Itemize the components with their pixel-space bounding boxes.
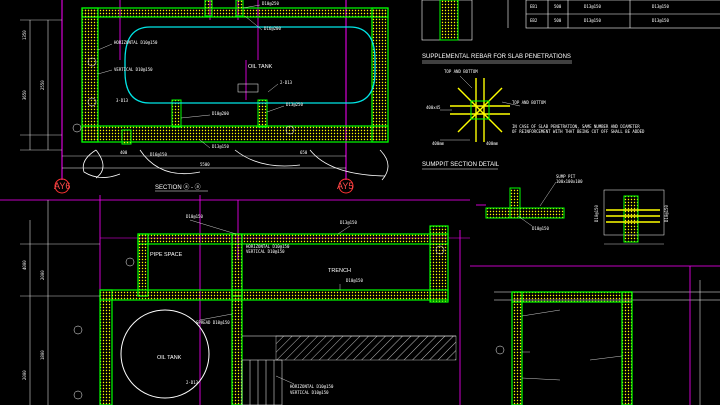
svg-text:TOP AND BOTTOM: TOP AND BOTTOM: [512, 100, 546, 105]
svg-text:HORIZONTAL D10@150: HORIZONTAL D10@150: [114, 40, 158, 45]
svg-text:D13@150: D13@150: [212, 144, 229, 149]
svg-text:650: 650: [300, 150, 308, 155]
svg-text:2-D13: 2-D13: [186, 380, 199, 385]
svg-text:HORIZONTAL D10@150: HORIZONTAL D10@150: [290, 384, 334, 389]
top-slab: [81, 7, 389, 18]
svg-text:D16@150: D16@150: [150, 152, 167, 157]
svg-text:D13@250: D13@250: [286, 102, 303, 107]
svg-text:EB2: EB2: [530, 18, 538, 23]
svg-text:2000: 2000: [22, 370, 27, 380]
trench-label: TRENCH: [328, 268, 351, 274]
upper-section: OIL TANK 2550 3650 1350 5500 400 650 HOR…: [20, 0, 389, 194]
svg-text:D16@200: D16@200: [264, 26, 281, 31]
svg-text:VERTICAL D10@150: VERTICAL D10@150: [290, 390, 329, 395]
svg-text:2550: 2550: [40, 80, 45, 90]
right-wall-detail: [494, 266, 720, 405]
svg-text:TOP AND BOTTOM: TOP AND BOTTOM: [444, 69, 478, 74]
svg-text:D13@150: D13@150: [652, 4, 669, 9]
hatched-area: [275, 335, 457, 361]
plan-oil-tank-label: OIL TANK: [157, 355, 182, 361]
svg-text:D10@150: D10@150: [594, 205, 599, 222]
svg-text:D13@150: D13@150: [584, 4, 601, 9]
grid-label-ay6: AY6: [54, 181, 70, 191]
tank-label: OIL TANK: [248, 64, 273, 70]
svg-text:500: 500: [554, 4, 562, 9]
sumppit-detail: SUMPPIT SECTION DETAIL SUMP PIT 100x100x…: [422, 162, 669, 245]
svg-text:D10@150: D10@150: [532, 226, 549, 231]
svg-text:1350: 1350: [22, 30, 27, 40]
supplemental-rebar-detail: SUPPLEMENTAL REBAR FOR SLAB PENETRATIONS…: [422, 54, 645, 146]
section-title: SECTION ⓐ - ⓐ: [155, 183, 201, 191]
svg-text:3650: 3650: [22, 90, 27, 100]
svg-text:D10@150: D10@150: [664, 205, 669, 222]
cad-drawing: OIL TANK 2550 3650 1350 5500 400 650 HOR…: [0, 0, 720, 405]
sumppit-title: SUMPPIT SECTION DETAIL: [422, 162, 500, 168]
svg-text:400mm: 400mm: [432, 141, 445, 146]
svg-text:D10@200: D10@200: [212, 111, 229, 116]
svg-text:400mm: 400mm: [486, 141, 499, 146]
svg-text:OF REINFORCEMENT WITH THAT BEI: OF REINFORCEMENT WITH THAT BEING CUT OFF…: [512, 129, 645, 134]
svg-text:400: 400: [120, 150, 128, 155]
svg-text:1800: 1800: [40, 350, 45, 360]
svg-text:D13@150: D13@150: [652, 18, 669, 23]
svg-text:2000: 2000: [40, 270, 45, 280]
svg-text:EB1: EB1: [530, 4, 538, 9]
cad-drawing-canvas: OIL TANK 2550 3650 1350 5500 400 650 HOR…: [0, 0, 720, 405]
svg-text:VERTICAL D10@150: VERTICAL D10@150: [114, 67, 153, 72]
svg-text:4000: 4000: [22, 260, 27, 270]
svg-text:D13@150: D13@150: [340, 220, 357, 225]
svg-text:D13@150: D13@150: [584, 18, 601, 23]
schedule-table: EB1 500 D13@150 D13@150 EB2 500 D13@150 …: [421, 0, 720, 41]
grid-label-ay5: AY5: [337, 181, 353, 191]
pipe-space-label: PIPE SPACE: [150, 252, 183, 258]
svg-text:D10@150: D10@150: [346, 278, 363, 283]
svg-text:500: 500: [554, 18, 562, 23]
svg-text:100x100x100: 100x100x100: [556, 179, 583, 184]
svg-text:D10@250: D10@250: [262, 1, 279, 6]
svg-text:3-D13: 3-D13: [116, 98, 129, 103]
svg-text:5500: 5500: [200, 162, 210, 167]
svg-text:SPREAD D10@150: SPREAD D10@150: [196, 320, 230, 325]
svg-text:400x45: 400x45: [426, 105, 441, 110]
left-wall: [81, 7, 99, 143]
svg-text:VERTICAL D10@150: VERTICAL D10@150: [246, 249, 285, 254]
svg-text:2-D13: 2-D13: [280, 80, 293, 85]
supplemental-title: SUPPLEMENTAL REBAR FOR SLAB PENETRATIONS: [422, 54, 571, 60]
svg-text:D10@150: D10@150: [186, 214, 203, 219]
